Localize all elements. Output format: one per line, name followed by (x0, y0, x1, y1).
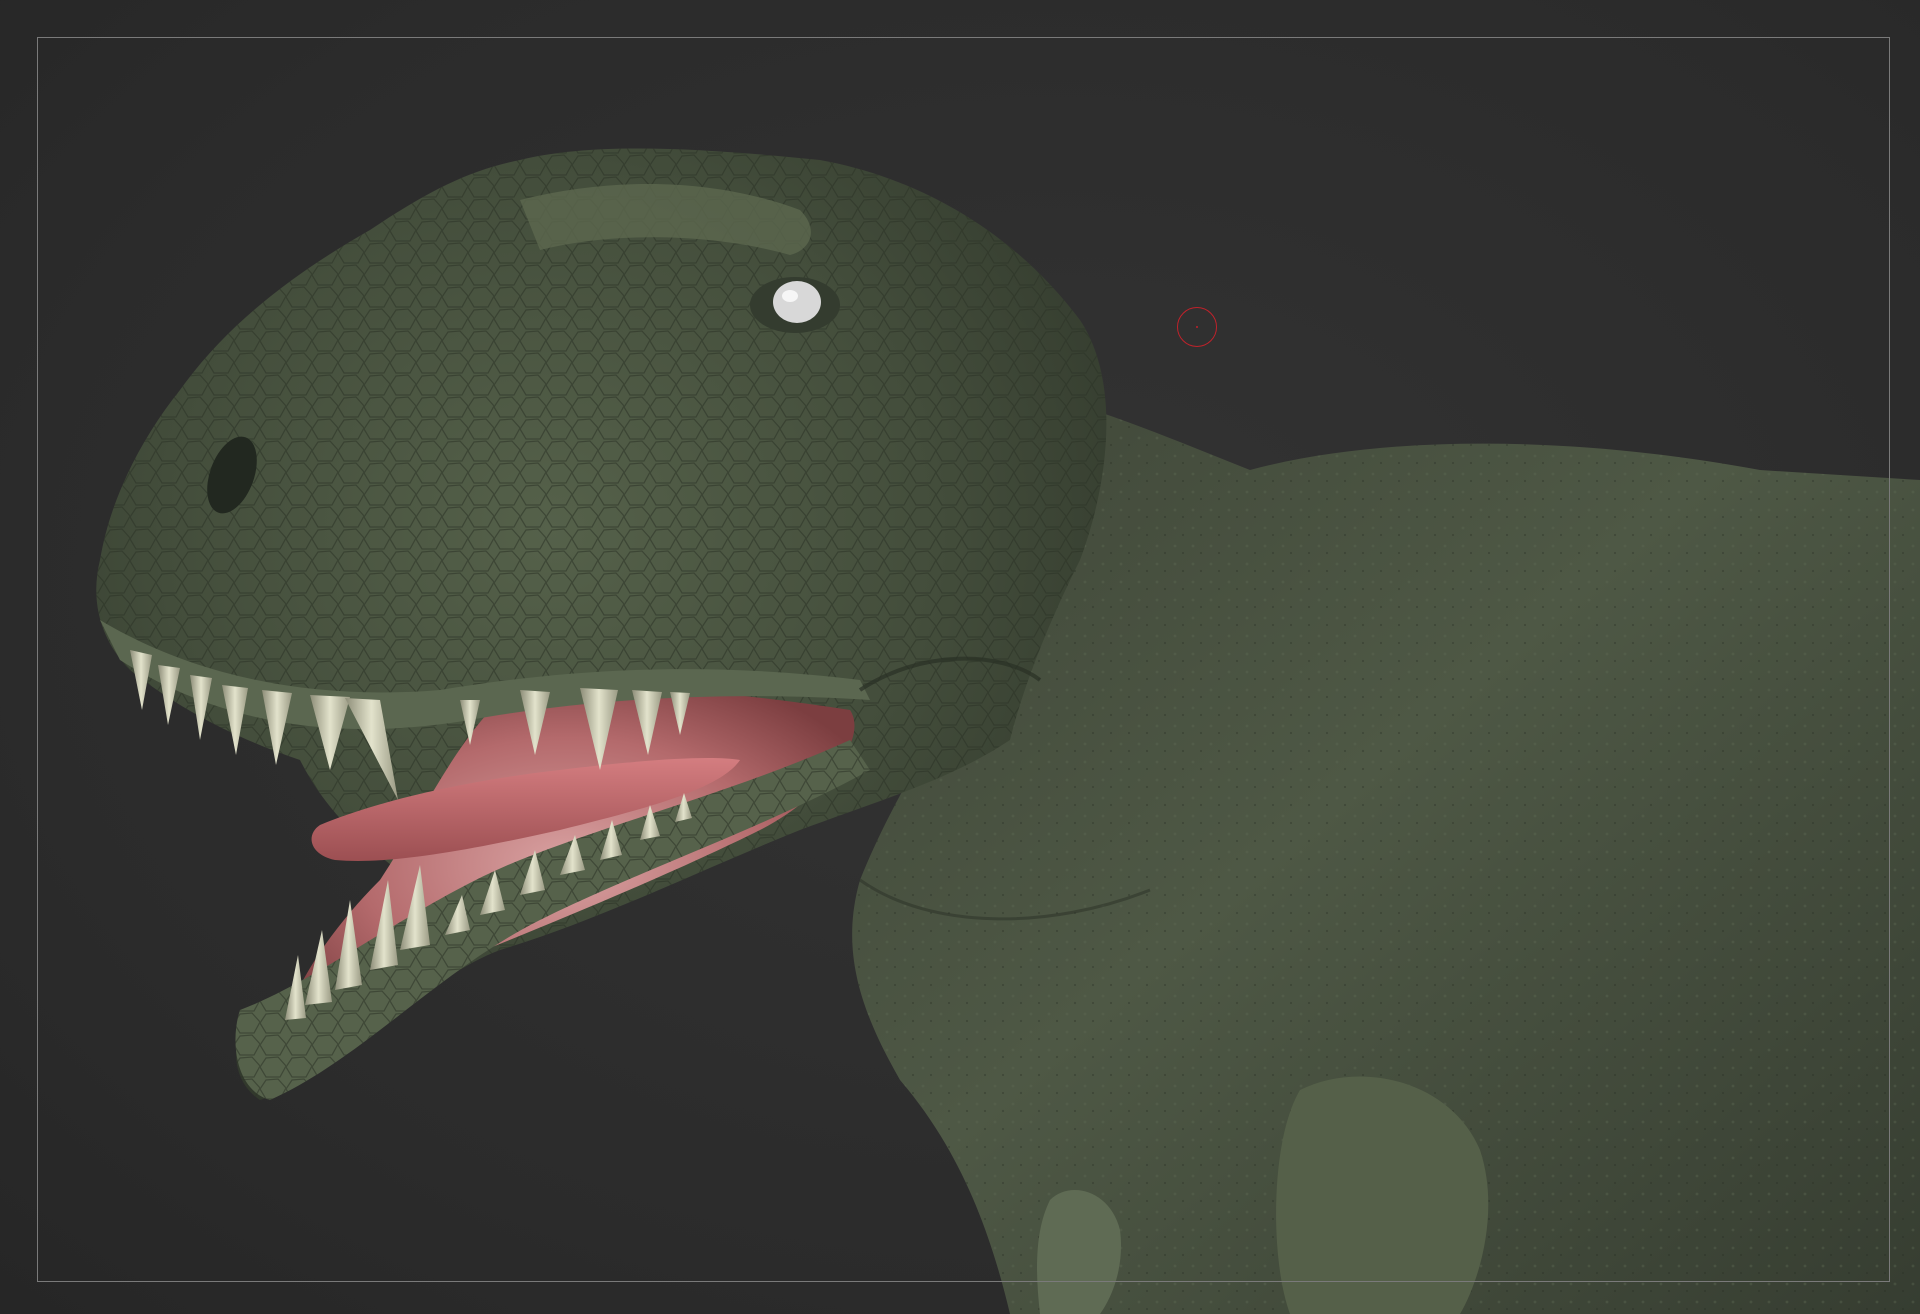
sculpt-viewport[interactable] (0, 0, 1920, 1314)
brush-cursor-center (1196, 326, 1198, 328)
brush-cursor-icon (1177, 307, 1217, 347)
viewport-frame (37, 37, 1890, 1282)
